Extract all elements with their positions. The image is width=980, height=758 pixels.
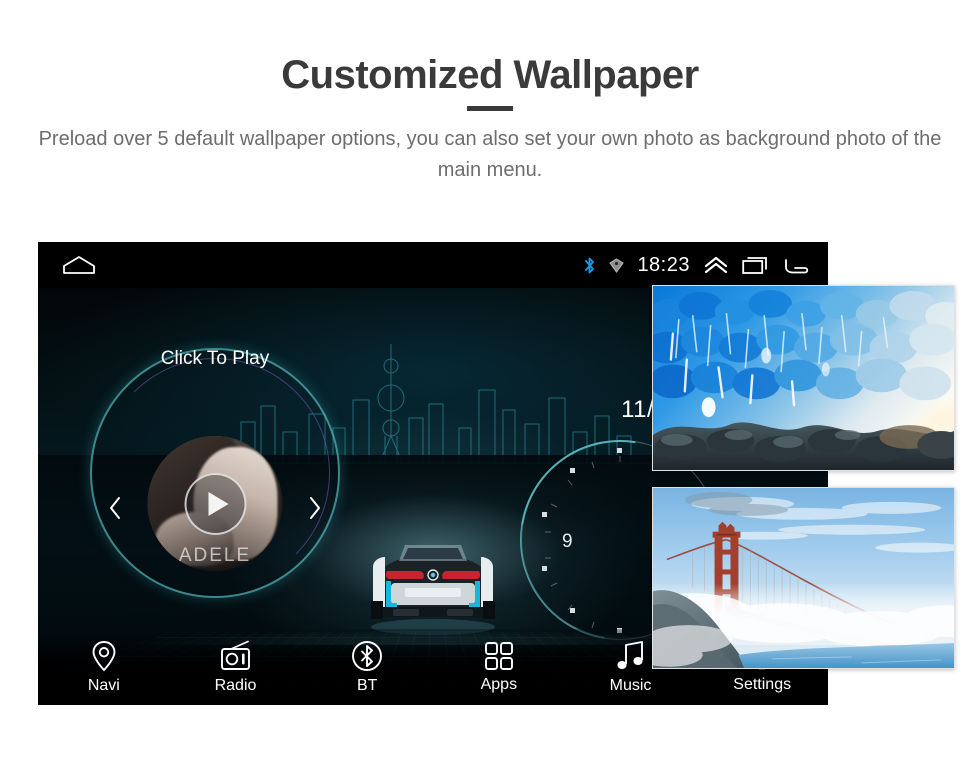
bluetooth-icon bbox=[352, 640, 383, 671]
nav-label: BT bbox=[356, 676, 378, 694]
nav-item-bt[interactable]: BT bbox=[301, 640, 433, 695]
play-button[interactable] bbox=[184, 472, 246, 535]
status-bar: 18:23 bbox=[38, 242, 828, 288]
chevron-left-icon bbox=[110, 497, 120, 519]
nav-label: Navi bbox=[87, 676, 120, 694]
nav-label: Radio bbox=[214, 676, 257, 694]
chevron-right-icon bbox=[310, 497, 320, 519]
album-artist-label: ADELE bbox=[178, 545, 252, 566]
chevron-up-icon[interactable] bbox=[703, 256, 729, 274]
recent-apps-icon[interactable] bbox=[742, 255, 770, 275]
page-title: Customized Wallpaper bbox=[281, 53, 699, 97]
media-label: Click To Play bbox=[160, 348, 270, 369]
page-root: Customized Wallpaper Preload over 5 defa… bbox=[0, 0, 980, 758]
title-divider bbox=[467, 106, 513, 111]
nav-label: Settings bbox=[733, 675, 792, 693]
status-time: 18:23 bbox=[637, 253, 690, 276]
page-subtitle: Preload over 5 default wallpaper options… bbox=[38, 128, 942, 181]
grid-apps-icon bbox=[484, 641, 513, 670]
nav-item-radio[interactable]: Radio bbox=[170, 640, 302, 695]
play-icon bbox=[208, 491, 228, 516]
back-arrow-icon[interactable] bbox=[783, 256, 810, 275]
nav-label: Apps bbox=[480, 675, 518, 693]
nav-item-apps[interactable]: Apps bbox=[433, 641, 565, 694]
nav-label: Music bbox=[609, 676, 652, 694]
prev-track-button[interactable] bbox=[108, 496, 122, 525]
home-button[interactable] bbox=[62, 255, 96, 275]
music-note-icon bbox=[616, 640, 643, 669]
car-graphic bbox=[371, 545, 495, 635]
bluetooth-icon bbox=[585, 257, 595, 273]
album-art[interactable]: ADELE bbox=[147, 436, 283, 571]
home-icon bbox=[63, 256, 95, 274]
next-track-button[interactable] bbox=[308, 496, 322, 525]
radio-icon bbox=[220, 640, 250, 670]
status-icons: 18:23 bbox=[570, 254, 810, 277]
wallpaper-thumbnail-golden-gate[interactable] bbox=[652, 487, 955, 669]
ice-cave-image bbox=[653, 286, 954, 470]
golden-gate-bridge-image bbox=[653, 488, 954, 668]
nav-item-navi[interactable]: Navi bbox=[38, 640, 170, 695]
header: Customized Wallpaper Preload over 5 defa… bbox=[0, 0, 980, 186]
wallpaper-thumbnail-ice-cave[interactable] bbox=[652, 285, 955, 471]
signal-icon bbox=[609, 257, 625, 273]
location-pin-icon bbox=[92, 640, 116, 671]
media-widget[interactable]: Click To Play ADELE bbox=[100, 348, 330, 600]
svg-text:9: 9 bbox=[562, 531, 573, 552]
